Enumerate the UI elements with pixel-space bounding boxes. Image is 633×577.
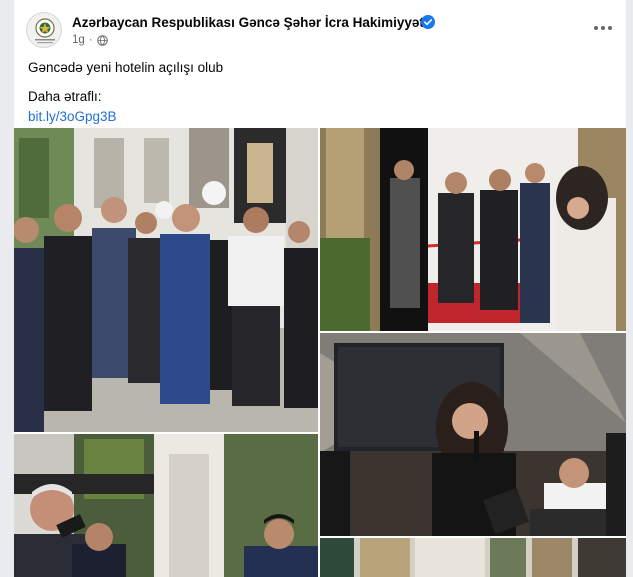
post-header: Azərbaycan Respublikası Gəncə Şəhər İcra…: [26, 10, 614, 52]
photo-officials-outside-hotel[interactable]: [14, 128, 318, 432]
facebook-post: Azərbaycan Respublikası Gəncə Şəhər İcra…: [14, 0, 626, 577]
verified-badge-icon: [421, 15, 435, 29]
page-avatar[interactable]: [26, 12, 62, 48]
page-name[interactable]: Azərbaycan Respublikası Gəncə Şəhər İcra…: [72, 15, 428, 30]
post-meta: 1g ·: [72, 34, 108, 46]
post-text: Gəncədə yeni hotelin açılışı olub Daha ə…: [28, 58, 608, 127]
globe-icon: [96, 34, 108, 46]
more-info-label: Daha ətraflı:: [28, 89, 102, 104]
post-link[interactable]: bit.ly/3oGpg3B: [28, 107, 608, 127]
photo-interior[interactable]: [320, 538, 626, 577]
emblem-icon: [35, 18, 55, 44]
post-headline: Gəncədə yeni hotelin açılışı olub: [28, 60, 224, 75]
photo-ribbon-cutting[interactable]: [320, 128, 626, 331]
photo-singer-performing[interactable]: [320, 333, 626, 536]
meta-separator: ·: [88, 34, 93, 46]
more-options-button[interactable]: [592, 18, 614, 38]
post-time[interactable]: 1g: [72, 34, 85, 46]
photo-grid: [14, 128, 626, 577]
more-options-icon: [594, 26, 598, 30]
photo-speaker-microphone[interactable]: [14, 434, 318, 577]
